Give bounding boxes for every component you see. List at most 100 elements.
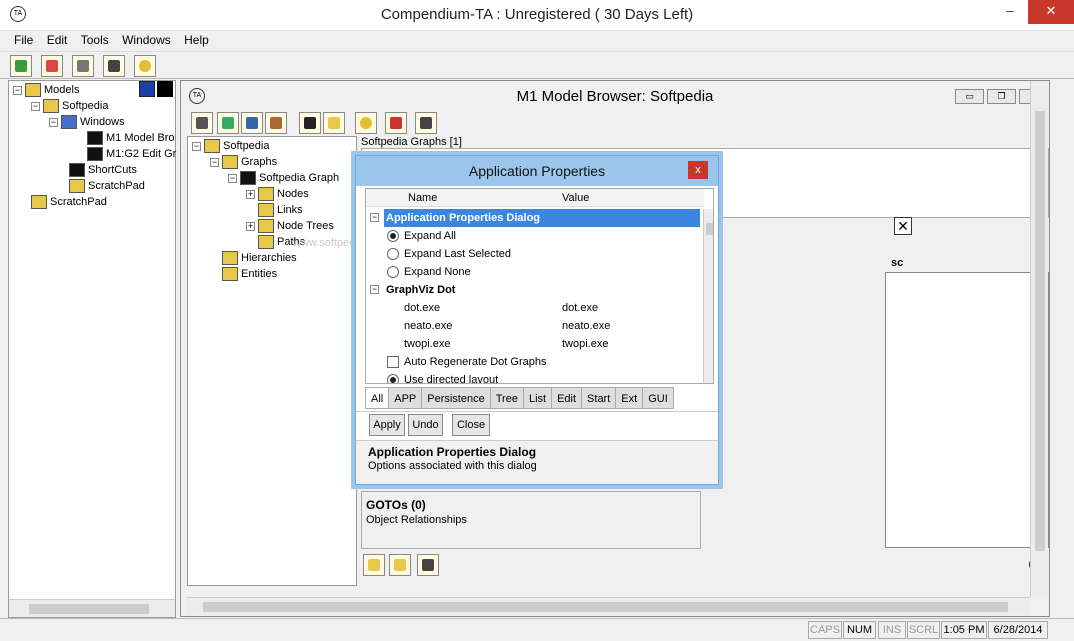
remove-icon[interactable]: ✕ [894,217,912,235]
collapse-icon[interactable]: − [228,173,237,183]
tab-list[interactable]: List [522,387,553,409]
property-value[interactable]: dot.exe [562,299,598,317]
inner-vscrollbar[interactable] [1030,81,1048,597]
edit-goto-icon[interactable] [389,554,411,576]
left-tree-hscrollbar[interactable] [9,599,175,617]
tab-edit[interactable]: Edit [551,387,583,409]
radio[interactable] [387,266,399,278]
model-browser-title: M1 Model Browser: Softpedia [516,88,714,105]
edit-tool-icon[interactable] [323,112,345,134]
menu-tools[interactable]: Tools [76,31,114,47]
expand-icon[interactable]: + [246,221,255,231]
expand-icon[interactable]: + [246,189,255,199]
minimize-button[interactable]: – [996,0,1024,24]
tree-item-model-browser[interactable]: M1 Model Bro [87,130,174,146]
scroll-thumb[interactable] [29,604,149,614]
option-auto-regenerate[interactable]: Auto Regenerate Dot Graphs [366,353,704,371]
tab-ext[interactable]: Ext [615,387,644,409]
collapse-icon[interactable]: − [13,85,22,95]
properties-tool-icon[interactable] [415,112,437,134]
tree-item-hierarchies[interactable]: Hierarchies [222,250,297,266]
menu-help[interactable]: Help [179,31,214,47]
tab-start[interactable]: Start [581,387,617,409]
scratchpad-icon [31,195,47,210]
delete-tool-icon[interactable] [385,112,407,134]
apply-button[interactable]: Apply [369,414,405,436]
tree-expand-tool-icon[interactable] [241,112,263,134]
find-tool-icon[interactable] [299,112,321,134]
option-directed-layout[interactable]: Use directed layout [366,371,704,383]
collapse-icon[interactable]: − [370,285,379,294]
properties-goto-icon[interactable] [417,554,439,576]
inner-hscrollbar[interactable] [187,597,1030,615]
radio-selected[interactable] [387,230,399,242]
graphs-tab-label[interactable]: Softpedia Graphs [1] [361,136,462,148]
property-value[interactable]: neato.exe [562,317,610,335]
section-header[interactable]: − Application Properties Dialog [366,209,704,227]
radio-selected[interactable] [387,374,399,383]
menu-windows[interactable]: Windows [117,31,176,47]
model-tool-icon[interactable] [41,55,63,77]
tree-item-softpedia-graph[interactable]: − Softpedia Graph [228,170,339,186]
collapse-icon[interactable]: − [192,141,201,151]
scroll-thumb[interactable] [1035,111,1045,551]
menu-edit[interactable]: Edit [42,31,73,47]
tree-item-graphs[interactable]: − Graphs [210,154,277,170]
tree-item-label: Softpedia Graph [259,172,340,184]
tree-item-nodes[interactable]: + Nodes [246,186,309,202]
collapse-icon[interactable]: − [49,117,58,127]
tree-collapse-tool-icon[interactable] [217,112,239,134]
collapse-icon[interactable]: − [210,157,219,167]
database-tool-icon[interactable] [355,112,377,134]
grid-vscrollbar[interactable] [703,209,713,383]
database-tool-icon[interactable] [134,55,156,77]
clock-time: 1:05 PM [941,621,987,639]
tree-item-label: Softpedia [62,100,109,112]
tree-next-tool-icon[interactable] [265,112,287,134]
notes-tool-icon[interactable] [191,112,213,134]
property-row[interactable]: dot.exe dot.exe [366,299,704,317]
option-expand-none[interactable]: Expand None [366,263,704,281]
undo-button[interactable]: Undo [408,414,443,436]
tree-item-shortcuts[interactable]: ShortCuts [69,162,137,178]
close-button[interactable]: Close [452,414,490,436]
option-expand-last[interactable]: Expand Last Selected [366,245,704,263]
checkbox[interactable] [387,356,399,368]
dialog-close-button[interactable]: x [688,161,708,179]
scroll-thumb[interactable] [706,223,713,235]
tree-item-softpedia[interactable]: − Softpedia [192,138,269,154]
edit-tool-icon[interactable] [72,55,94,77]
tree-item-links[interactable]: Links [258,202,303,218]
property-name: twopi.exe [404,338,451,350]
property-row[interactable]: twopi.exe twopi.exe [366,335,704,353]
close-button[interactable]: ✕ [1028,0,1074,24]
tab-app[interactable]: APP [388,387,423,409]
section-header[interactable]: − GraphViz Dot [366,281,704,299]
property-value[interactable]: twopi.exe [562,335,608,353]
scroll-thumb[interactable] [203,602,1008,612]
menu-file[interactable]: File [9,31,38,47]
tree-item-scratchpad[interactable]: ScratchPad [69,178,145,194]
tree-item-windows[interactable]: − Windows [49,114,125,130]
properties-tool-icon[interactable] [103,55,125,77]
chart-tool-icon[interactable] [10,55,32,77]
description-area [885,272,1049,548]
tree-item-models[interactable]: − Models [13,82,79,98]
tree-item-softpedia[interactable]: − Softpedia [31,98,108,114]
radio[interactable] [387,248,399,260]
tab-persistence[interactable]: Persistence [421,387,491,409]
property-row[interactable]: neato.exe neato.exe [366,317,704,335]
tab-gui[interactable]: GUI [642,387,674,409]
tab-tree[interactable]: Tree [489,387,524,409]
collapse-icon[interactable]: − [370,213,379,222]
option-expand-all[interactable]: Expand All [366,227,704,245]
tree-item-edit-graph[interactable]: M1:G2 Edit Gr [87,146,176,162]
add-goto-icon[interactable] [363,554,385,576]
tree-item-node-trees[interactable]: + Node Trees [246,218,334,234]
inner-minimize-button[interactable]: ▭ [955,89,984,104]
collapse-icon[interactable]: − [31,101,40,111]
inner-restore-button[interactable]: ❐ [987,89,1016,104]
tree-item-scratchpad-root[interactable]: ScratchPad [31,194,107,210]
tab-all[interactable]: All [365,387,390,409]
tree-item-entities[interactable]: Entities [222,266,277,282]
